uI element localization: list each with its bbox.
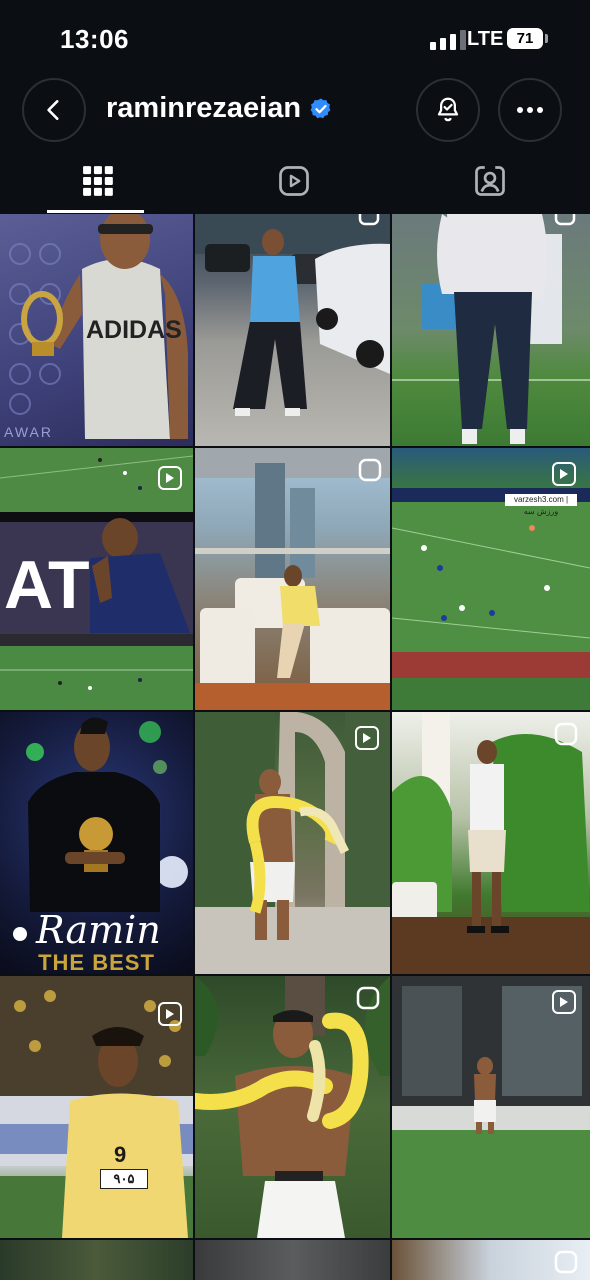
- post-thumbnail[interactable]: AT: [0, 448, 193, 710]
- the-best-text: THE BEST: [38, 950, 155, 974]
- more-horizontal-icon: [517, 107, 543, 113]
- watermark-text: varzesh3.com | ورزش سه: [505, 494, 577, 516]
- reels-icon: [279, 166, 309, 196]
- battery-nub: [545, 34, 548, 43]
- post-thumbnail[interactable]: [392, 976, 590, 1238]
- post-thumbnail[interactable]: varzesh3.com | ورزش سه: [392, 448, 590, 710]
- post-thumbnail[interactable]: [195, 448, 390, 710]
- status-time: 13:06: [60, 24, 129, 54]
- multiple-posts-icon: [358, 214, 380, 226]
- status-bar: 13:06 LTE 71: [0, 0, 590, 80]
- post-image: [195, 712, 390, 974]
- post-image: [195, 976, 390, 1238]
- grid-icon: [83, 166, 113, 196]
- jersey-sponsor: ۹۰۵: [100, 1169, 148, 1189]
- post-image: [392, 712, 590, 974]
- multiple-posts-icon: [356, 986, 380, 1010]
- multiple-posts-icon: [554, 1250, 578, 1274]
- tab-posts-grid[interactable]: [0, 150, 196, 212]
- chevron-left-icon: [47, 100, 59, 120]
- multiple-posts-icon: [554, 722, 578, 746]
- tab-reels[interactable]: [196, 150, 392, 212]
- bell-check-icon: [437, 97, 459, 122]
- battery-icon: 71: [507, 28, 543, 49]
- reel-icon: [355, 726, 379, 750]
- post-image: [195, 214, 390, 416]
- reel-icon: [158, 466, 182, 490]
- post-thumbnail[interactable]: [392, 712, 590, 974]
- post-image: [392, 976, 590, 1238]
- profile-tabs: [0, 150, 590, 214]
- banner-text: AT: [4, 547, 90, 623]
- post-image: [392, 488, 590, 710]
- active-tab-indicator: [47, 210, 144, 213]
- post-image: [392, 214, 590, 444]
- network-type: LTE: [467, 28, 504, 50]
- award-text: AWAR: [4, 424, 53, 440]
- post-thumbnail[interactable]: 9 ۹۰۵: [0, 976, 193, 1238]
- tab-tagged[interactable]: [392, 150, 588, 212]
- post-thumbnail[interactable]: ADIDAS AWAR: [0, 214, 193, 446]
- profile-header: raminrezaeian: [0, 78, 590, 144]
- notifications-button[interactable]: [416, 78, 480, 142]
- post-image: [195, 448, 390, 710]
- jersey-number: 9: [114, 1142, 127, 1167]
- post-thumbnail[interactable]: [195, 976, 390, 1238]
- back-button[interactable]: [22, 78, 86, 142]
- tagged-person-icon: [475, 166, 505, 196]
- multiple-posts-icon: [358, 458, 382, 482]
- verified-badge-icon: [310, 98, 331, 118]
- more-options-button[interactable]: [498, 78, 562, 142]
- profile-username: raminrezaeian: [106, 92, 333, 125]
- post-thumbnail[interactable]: Ramin THE BEST: [0, 712, 193, 974]
- post-thumbnail[interactable]: [195, 214, 390, 446]
- post-thumbnail[interactable]: [392, 214, 590, 446]
- post-thumbnail[interactable]: [195, 1240, 390, 1280]
- multiple-posts-icon: [554, 214, 576, 226]
- reel-icon: [552, 462, 576, 486]
- username-text: raminrezaeian: [106, 92, 302, 124]
- reel-icon: [552, 990, 576, 1014]
- signal-icon: [430, 30, 466, 50]
- posts-grid: ADIDAS AWAR AT varzesh3.com | ورزش سه Ra…: [0, 214, 590, 1280]
- reel-icon: [158, 1002, 182, 1026]
- post-thumbnail[interactable]: [0, 1240, 193, 1280]
- name-script-text: Ramin: [36, 908, 161, 952]
- post-thumbnail[interactable]: [195, 712, 390, 974]
- shirt-text: ADIDAS: [86, 316, 182, 344]
- post-thumbnail[interactable]: [392, 1240, 590, 1280]
